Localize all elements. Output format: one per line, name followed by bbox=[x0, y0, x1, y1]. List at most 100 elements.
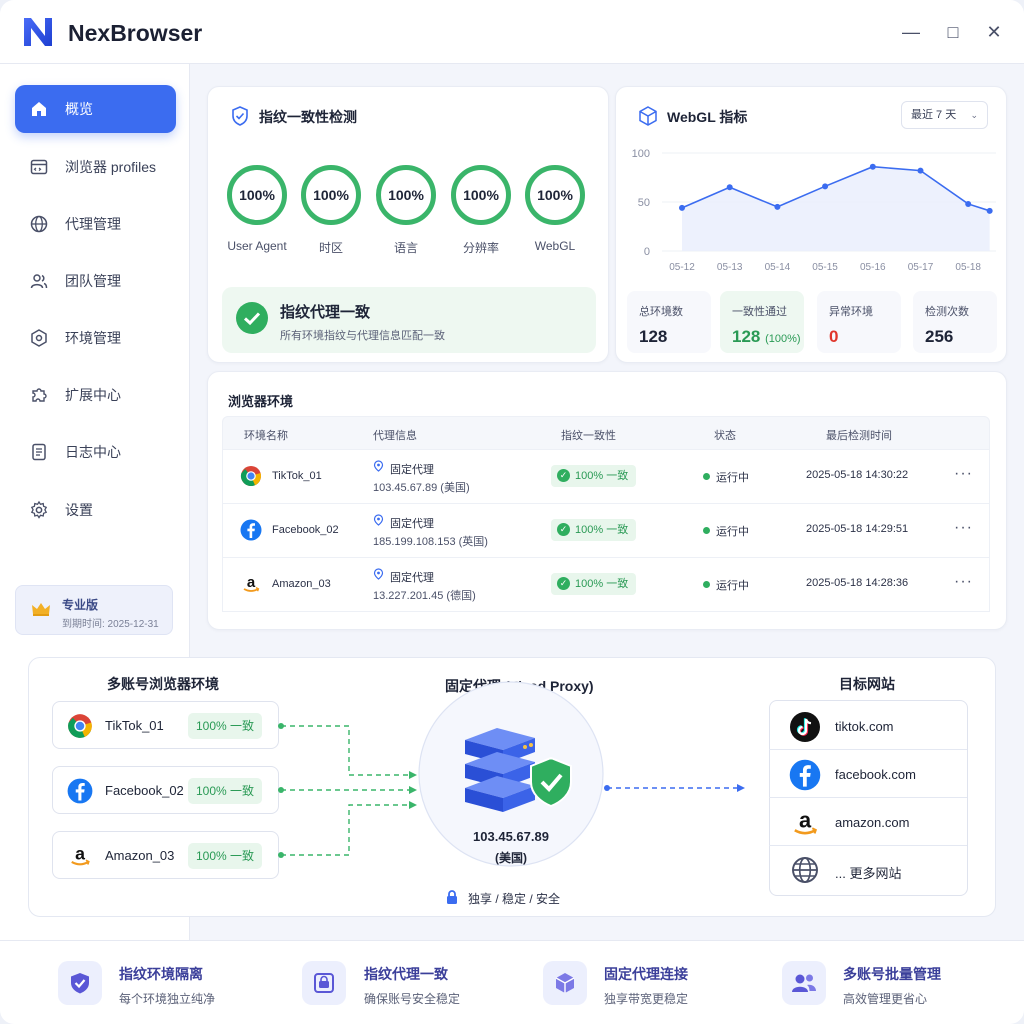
stat-label: 异常环境 bbox=[829, 306, 873, 318]
sidebar-item-team[interactable]: 团队管理 bbox=[15, 257, 176, 305]
chart-x-tick-label: 05-14 bbox=[765, 262, 791, 273]
sidebar-item-environments[interactable]: 环境管理 bbox=[15, 314, 176, 362]
env-name: Amazon_03 bbox=[272, 578, 331, 590]
chart-y-tick-label: 0 bbox=[644, 246, 650, 258]
range-select-value: 最近 7 天 bbox=[911, 109, 957, 121]
chart-point bbox=[986, 207, 993, 214]
chart-x-tick-label: 05-16 bbox=[860, 262, 886, 273]
svg-text:a: a bbox=[247, 574, 256, 591]
feature-icon-box bbox=[58, 961, 102, 1005]
feature-icon-box bbox=[302, 961, 346, 1005]
chart-x-tick-label: 05-17 bbox=[908, 262, 934, 273]
fingerprint-card: 指纹一致性检测 100% User Agent 100% 时区 100% 语言 … bbox=[207, 86, 609, 363]
svg-text:a: a bbox=[799, 807, 812, 832]
feature-icon-box bbox=[543, 961, 587, 1005]
chart-area-fill bbox=[682, 166, 990, 251]
status-dot bbox=[703, 473, 710, 480]
feature-title: 多账号批量管理 bbox=[843, 966, 941, 982]
feature-icon-box bbox=[782, 961, 826, 1005]
sidebar-item-overview[interactable]: 概览 bbox=[15, 85, 176, 133]
globe-icon bbox=[792, 857, 818, 883]
feature-subtitle: 高效管理更省心 bbox=[843, 992, 928, 1006]
puzzle-icon bbox=[32, 388, 47, 402]
last-check-time: 2025-05-18 14:30:22 bbox=[806, 469, 909, 481]
ring-value: 100% bbox=[388, 187, 424, 203]
stat-label: 一致性通过 bbox=[732, 306, 787, 318]
chart-x-tick-label: 05-13 bbox=[717, 262, 743, 273]
chevron-down-icon: ⌄ bbox=[970, 110, 978, 120]
feature-subtitle: 独享带宽更稳定 bbox=[604, 992, 689, 1006]
site-name: amazon.com bbox=[835, 815, 910, 830]
close-button[interactable]: ✕ bbox=[982, 20, 1006, 44]
lock-icon bbox=[447, 890, 457, 904]
chart-point bbox=[822, 183, 829, 190]
table-row[interactable]: a Amazon_03 固定代理 13.227.201.45 (德国) 100%… bbox=[222, 558, 990, 612]
sidebar-item-profiles[interactable]: 浏览器 profiles bbox=[15, 143, 176, 191]
last-check-time: 2025-05-18 14:29:51 bbox=[806, 523, 909, 535]
range-select[interactable]: 最近 7 天 ⌄ bbox=[901, 101, 988, 129]
status-subtitle: 所有环境指纹与代理信息匹配一致 bbox=[280, 330, 445, 342]
webgl-title: WebGL 指标 bbox=[667, 109, 748, 125]
server-icon bbox=[465, 728, 572, 812]
consistency-badge: 100% 一致 bbox=[551, 519, 637, 541]
consistency-badge: 100% 一致 bbox=[551, 465, 637, 487]
webgl-chart: 100 50 0 05-12 05-13 05-14 05-15 05-16 05-17 05-… bbox=[632, 148, 996, 273]
site-item[interactable]: a amazon.com bbox=[769, 798, 967, 846]
table-row[interactable]: Facebook_02 固定代理 185.199.108.153 (英国) 10… bbox=[222, 504, 990, 558]
users-icon bbox=[792, 974, 816, 992]
column-header: 指纹一致性 bbox=[561, 430, 616, 442]
row-more-button[interactable]: ··· bbox=[954, 519, 973, 537]
location-pin-icon bbox=[373, 514, 384, 526]
plan-badge[interactable]: 专业版 到期时间: 2025-12-31 bbox=[15, 585, 173, 635]
sidebar-item-label: 代理管理 bbox=[65, 216, 121, 232]
stat-value: 128 (100%) bbox=[732, 327, 801, 347]
sidebar-item-logs[interactable]: 日志中心 bbox=[15, 428, 176, 476]
site-item[interactable]: tiktok.com bbox=[769, 702, 967, 750]
chart-x-tick-label: 05-18 bbox=[955, 262, 981, 273]
ring-value: 100% bbox=[313, 187, 349, 203]
sidebar-item-label: 浏览器 profiles bbox=[65, 159, 157, 175]
site-name: facebook.com bbox=[835, 767, 916, 782]
table-row[interactable]: TikTok_01 固定代理 103.45.67.89 (美国) 100% 一致… bbox=[222, 450, 990, 504]
gear-icon bbox=[30, 500, 48, 519]
site-name: tiktok.com bbox=[835, 719, 894, 734]
row-more-button[interactable]: ··· bbox=[954, 573, 973, 591]
stat-value: 128 bbox=[639, 327, 668, 346]
feature-title: 指纹环境隔离 bbox=[119, 966, 203, 982]
fingerprint-title: 指纹一致性检测 bbox=[259, 109, 357, 125]
stat-label: 总环境数 bbox=[639, 306, 683, 318]
ring-value: 100% bbox=[537, 187, 573, 203]
site-item[interactable]: ... 更多网站 bbox=[769, 846, 967, 894]
chart-x-tick-label: 05-15 bbox=[812, 262, 838, 273]
site-item[interactable]: facebook.com bbox=[769, 750, 967, 798]
sidebar-item-label: 日志中心 bbox=[65, 444, 121, 460]
tiktok-icon bbox=[790, 712, 820, 742]
maximize-button[interactable]: □ bbox=[941, 20, 965, 44]
minimize-icon: — bbox=[902, 22, 920, 42]
sidebar-item-extensions[interactable]: 扩展中心 bbox=[15, 371, 176, 419]
feature-subtitle: 每个环境独立纯净 bbox=[119, 992, 216, 1006]
proxy-tags: 独享 / 稳定 / 安全 bbox=[468, 892, 561, 906]
env-name: Facebook_02 bbox=[272, 524, 339, 536]
stat-abnormal-envs: 异常环境 0 bbox=[817, 291, 901, 353]
ring-webgl: 100% bbox=[525, 165, 585, 225]
feature-title: 指纹代理一致 bbox=[364, 966, 448, 982]
ring-resolution: 100% bbox=[451, 165, 511, 225]
column-header: 最后检测时间 bbox=[826, 430, 892, 442]
ring-value: 100% bbox=[463, 187, 499, 203]
chart-y-tick-label: 100 bbox=[632, 148, 650, 160]
proxy-ip: 185.199.108.153 (英国) bbox=[373, 536, 488, 548]
minimize-button[interactable]: — bbox=[899, 20, 923, 44]
chart-point bbox=[774, 203, 781, 210]
browser-window-icon bbox=[30, 159, 48, 175]
table-header: 环境名称 代理信息 指纹一致性 状态 最后检测时间 bbox=[222, 416, 990, 450]
sidebar-item-settings[interactable]: 设置 bbox=[15, 486, 176, 534]
row-more-button[interactable]: ··· bbox=[954, 465, 973, 483]
proxy-ip: 103.45.67.89 (美国) bbox=[373, 482, 470, 494]
chart-point bbox=[965, 200, 972, 207]
env-status: 运行中 bbox=[716, 580, 749, 592]
sidebar-item-proxy[interactable]: 代理管理 bbox=[15, 200, 176, 248]
proxy-type: 固定代理 bbox=[390, 518, 434, 530]
status-title: 指纹代理一致 bbox=[280, 304, 371, 321]
globe-icon bbox=[30, 215, 48, 233]
